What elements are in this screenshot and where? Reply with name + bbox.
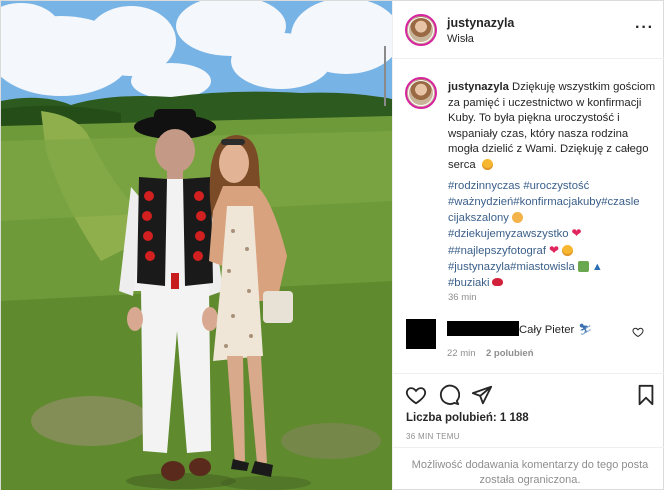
like-heart-icon[interactable] — [405, 384, 427, 406]
post-location[interactable]: Wisła — [447, 33, 474, 45]
house-emoji-icon — [577, 260, 589, 272]
smiling-face-emoji-icon — [562, 245, 574, 257]
post-photo-image — [1, 1, 392, 490]
skier-emoji-icon: ⛷ — [578, 324, 593, 336]
caption-username[interactable]: justynazyla — [448, 81, 509, 93]
hashtag-line[interactable]: ##najlepszyfotograf — [448, 245, 546, 257]
commenter-avatar-redacted[interactable] — [406, 319, 436, 349]
comment-message: Cały Pieter — [519, 324, 575, 336]
post-photo[interactable] — [1, 1, 392, 490]
caption-avatar[interactable] — [405, 77, 437, 109]
post-header: justynazyla Wisła ··· — [393, 1, 664, 59]
more-options-icon[interactable]: ··· — [635, 19, 654, 37]
hashtag-line[interactable]: #justynazyla#miastowisla — [448, 261, 575, 273]
share-paper-plane-icon[interactable] — [471, 384, 493, 406]
posted-time[interactable]: 36 MIN TEMU — [406, 432, 460, 441]
comments-restricted-notice: Możliwość dodawania komentarzy do tego p… — [393, 447, 664, 490]
author-username[interactable]: justynazyla — [447, 16, 514, 30]
red-heart-emoji-icon: ❤ — [571, 226, 582, 241]
instagram-post: justynazyla Wisła ··· justynazyla Dzięku… — [0, 0, 664, 490]
hashtag-line[interactable]: #ważnydzień#konfirmacjakuby#czasle — [448, 196, 640, 208]
comment-likes-count[interactable]: 2 polubień — [486, 348, 534, 359]
comments-restricted-text: Możliwość dodawania komentarzy do tego p… — [411, 459, 649, 486]
save-bookmark-icon[interactable] — [635, 384, 657, 406]
caption-text: justynazyla Dziękuję wszystkim gościom z… — [448, 80, 656, 173]
comment-text: Cały Pieter ⛷ — [519, 323, 592, 336]
comment-timestamp[interactable]: 22 min — [447, 348, 476, 359]
hashtag-line[interactable]: #buziaki — [448, 277, 489, 289]
commenter-username-redacted[interactable] — [447, 321, 519, 336]
caption-message: Dziękuję wszystkim gościom za pamięć i u… — [448, 81, 656, 171]
hashtag-line[interactable]: #rodzinnyczas #uroczystość — [448, 180, 589, 192]
comment-bubble-icon[interactable] — [438, 384, 460, 406]
smiling-face-emoji-icon — [481, 158, 493, 170]
hashtag-line[interactable]: cijakszalony — [448, 212, 509, 224]
author-avatar[interactable] — [405, 14, 437, 46]
comment-like-heart-icon[interactable] — [632, 326, 644, 338]
mountain-emoji-icon: ▲ — [591, 260, 603, 273]
hashtag-line[interactable]: #dziekujemyzawszystko — [448, 228, 569, 240]
hashtag-list: #rodzinnyczas #uroczystość #ważnydzień#k… — [448, 179, 658, 292]
likes-count[interactable]: Liczba polubień: 1 188 — [406, 412, 529, 424]
lips-emoji-icon — [492, 277, 504, 286]
post-sidebar: justynazyla Wisła ··· justynazyla Dzięku… — [392, 1, 664, 490]
red-heart-emoji-icon: ❤ — [548, 243, 560, 258]
caption-timestamp[interactable]: 36 min — [448, 292, 477, 303]
scared-face-emoji-icon — [511, 211, 523, 223]
